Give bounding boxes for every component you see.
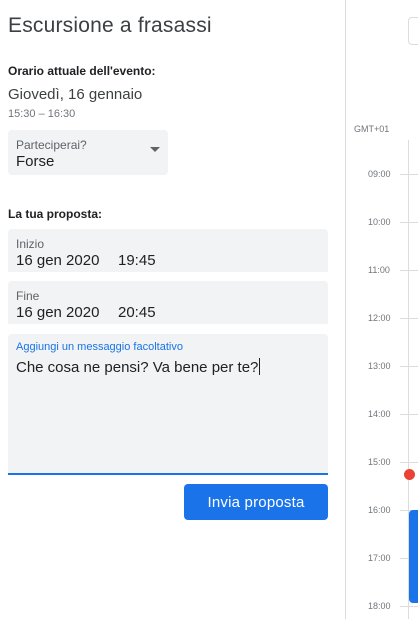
hour-line — [400, 366, 418, 367]
hour-line — [400, 462, 418, 463]
calendar-event-block[interactable] — [409, 510, 418, 603]
end-label: Fine — [16, 289, 40, 303]
hour-line — [400, 174, 418, 175]
text-cursor — [259, 358, 261, 375]
start-date[interactable]: 16 gen 2020 — [16, 252, 99, 269]
hour-label: 13:00 — [368, 361, 391, 371]
hour-label: 17:00 — [368, 553, 391, 563]
event-time-range: 15:30 – 16:30 — [8, 108, 76, 120]
message-text-row: Che cosa ne pensi? Va bene per te? — [16, 358, 261, 376]
send-proposal-button[interactable]: Invia proposta — [184, 484, 328, 520]
hour-label: 10:00 — [368, 217, 391, 227]
hour-line — [400, 222, 418, 223]
start-label: Inizio — [16, 237, 45, 251]
attendance-select[interactable]: Parteciperai? Forse — [8, 130, 168, 175]
hour-label: 14:00 — [368, 409, 391, 419]
attendance-label: Parteciperai? — [16, 138, 87, 152]
proposal-panel: Escursione a frasassi Orario attuale del… — [0, 0, 345, 619]
hour-line — [400, 414, 418, 415]
event-title: Escursione a frasassi — [8, 14, 212, 37]
end-date[interactable]: 16 gen 2020 — [16, 304, 99, 321]
proposal-label: La tua proposta: — [8, 207, 103, 221]
message-label: Aggiungi un messaggio facoltativo — [16, 341, 183, 353]
chevron-down-icon — [150, 147, 160, 152]
hour-label: 09:00 — [368, 169, 391, 179]
end-time[interactable]: 20:45 — [118, 304, 156, 321]
hour-line — [400, 606, 418, 607]
start-field[interactable]: Inizio 16 gen 2020 19:45 — [8, 229, 328, 272]
timezone-label: GMT+01 — [354, 124, 390, 134]
current-time-indicator — [404, 469, 415, 480]
calendar-day-view: GMT+01 09:00 10:00 11:00 12:00 13:00 14:… — [346, 0, 418, 619]
calendar-toolbar-button[interactable] — [408, 17, 418, 45]
message-textarea[interactable]: Aggiungi un messaggio facoltativo Che co… — [8, 334, 328, 475]
message-value: Che cosa ne pensi? Va bene per te? — [16, 359, 259, 376]
event-date: Giovedì, 16 gennaio — [8, 86, 143, 103]
hour-label: 12:00 — [368, 313, 391, 323]
start-time[interactable]: 19:45 — [118, 252, 156, 269]
hour-label: 18:00 — [368, 601, 391, 611]
hour-label: 15:00 — [368, 457, 391, 467]
hour-line — [400, 270, 418, 271]
current-time-label: Orario attuale dell'evento: — [8, 64, 156, 78]
hour-line — [400, 318, 418, 319]
attendance-value: Forse — [16, 153, 55, 170]
hour-label: 11:00 — [368, 265, 390, 275]
end-field[interactable]: Fine 16 gen 2020 20:45 — [8, 281, 328, 324]
hour-label: 16:00 — [368, 505, 391, 515]
